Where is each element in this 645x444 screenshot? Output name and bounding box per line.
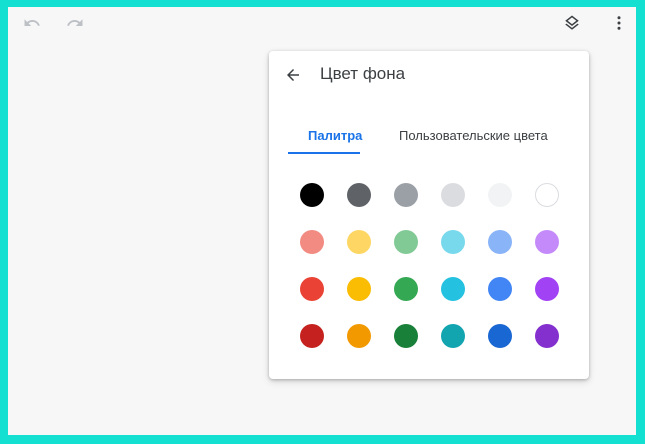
- color-swatch[interactable]: [300, 230, 324, 254]
- tab-custom-colors[interactable]: Пользовательские цвета: [399, 128, 548, 143]
- layers-icon-glyph: [565, 15, 579, 30]
- color-swatch[interactable]: [488, 230, 512, 254]
- color-swatch[interactable]: [488, 183, 512, 207]
- color-swatch[interactable]: [441, 277, 465, 301]
- color-swatch[interactable]: [441, 324, 465, 348]
- color-swatch[interactable]: [441, 183, 465, 207]
- background-color-panel: Цвет фона Палитра Пользовательские цвета: [269, 51, 589, 379]
- color-swatch[interactable]: [441, 230, 465, 254]
- color-swatch[interactable]: [394, 183, 418, 207]
- color-swatch[interactable]: [347, 277, 371, 301]
- color-swatch[interactable]: [488, 324, 512, 348]
- color-swatch[interactable]: [300, 324, 324, 348]
- color-swatch[interactable]: [300, 183, 324, 207]
- undo-icon-glyph: [24, 19, 40, 26]
- color-swatch[interactable]: [535, 324, 559, 348]
- arrow-back-icon[interactable]: [283, 65, 303, 85]
- undo-icon[interactable]: [21, 12, 43, 34]
- color-swatch[interactable]: [535, 183, 559, 207]
- tab-palette[interactable]: Палитра: [308, 128, 362, 143]
- color-swatch-grid: [300, 183, 559, 348]
- panel-title: Цвет фона: [320, 64, 406, 83]
- color-swatch[interactable]: [347, 324, 371, 348]
- arrow-back-icon-glyph: [287, 69, 299, 81]
- more-vert-icon[interactable]: [608, 12, 630, 34]
- redo-icon-glyph: [67, 19, 83, 26]
- color-swatch[interactable]: [394, 277, 418, 301]
- color-swatch[interactable]: [535, 277, 559, 301]
- more-vert-icon-glyph: [617, 16, 621, 30]
- color-swatch[interactable]: [300, 277, 324, 301]
- active-tab-indicator: [288, 152, 360, 154]
- color-swatch[interactable]: [347, 183, 371, 207]
- canvas-area: Цвет фона Палитра Пользовательские цвета: [8, 7, 636, 435]
- layers-icon[interactable]: [561, 12, 583, 34]
- redo-icon[interactable]: [64, 12, 86, 34]
- color-swatch[interactable]: [488, 277, 512, 301]
- color-swatch[interactable]: [535, 230, 559, 254]
- color-swatch[interactable]: [394, 230, 418, 254]
- color-swatch[interactable]: [347, 230, 371, 254]
- color-swatch[interactable]: [394, 324, 418, 348]
